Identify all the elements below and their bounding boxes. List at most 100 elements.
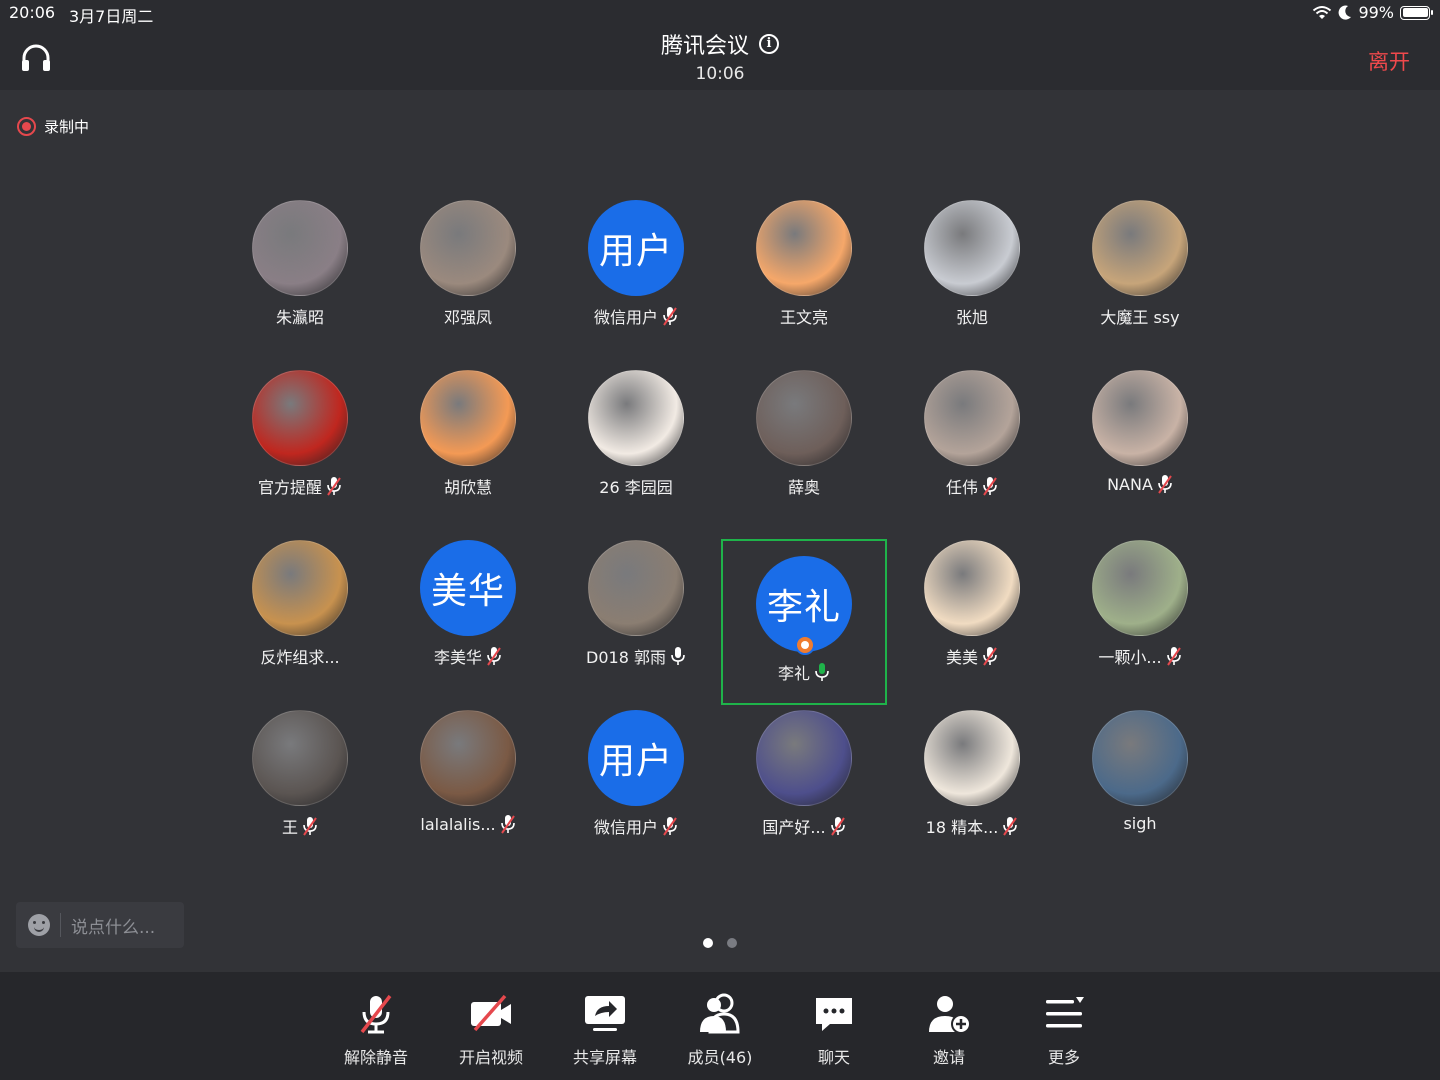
avatar: 用户 <box>588 200 684 296</box>
page-dot-2[interactable] <box>727 938 737 948</box>
avatar-initials: 用户 <box>598 231 673 272</box>
avatar <box>420 370 516 466</box>
participant-name-row: 反炸组求... <box>260 644 339 668</box>
participant-tile[interactable]: 任伟 <box>888 370 1056 540</box>
meeting-title[interactable]: 腾讯会议 i <box>661 28 779 60</box>
avatar-initials: 用户 <box>598 741 673 782</box>
participant-tile[interactable]: 邓强凤 <box>384 200 552 370</box>
info-icon[interactable]: i <box>759 34 779 54</box>
unmute-label: 解除静音 <box>343 1048 408 1067</box>
meeting-duration: 10:06 <box>695 64 745 84</box>
participant-name-row: 18 精本... <box>926 814 1019 838</box>
status-time: 20:06 <box>9 3 56 22</box>
participant-tile[interactable]: 18 精本... <box>888 710 1056 880</box>
chat-button[interactable]: 聊天 <box>784 990 884 1068</box>
participant-tile[interactable]: 薛奥 <box>720 370 888 540</box>
unmute-button[interactable]: 解除静音 <box>326 990 426 1068</box>
participant-name: D018 郭雨 <box>586 648 666 667</box>
participant-name: 国产好... <box>762 818 826 837</box>
mic-muted-icon <box>663 307 677 326</box>
page-indicator[interactable] <box>703 938 737 948</box>
participant-name-row: 邓强凤 <box>444 304 492 328</box>
participant-name: 朱瀛昭 <box>275 308 324 327</box>
participant-tile[interactable]: 用户 微信用户 <box>552 710 720 880</box>
avatar <box>420 710 516 806</box>
status-date: 3月7日周二 <box>69 7 154 26</box>
participant-tile[interactable]: 胡欣慧 <box>384 370 552 540</box>
participant-tile[interactable]: 美美 <box>888 540 1056 710</box>
participant-tile[interactable]: 官方提醒 <box>216 370 384 540</box>
participant-tile[interactable]: lalalalis... <box>384 710 552 880</box>
participant-name-row: 一颗小... <box>1098 644 1181 668</box>
share-screen-icon <box>585 996 625 1031</box>
avatar-initials: 美华 <box>430 571 505 612</box>
share-screen-button[interactable]: 共享屏幕 <box>555 990 655 1068</box>
participant-tile[interactable]: 王 <box>216 710 384 880</box>
avatar <box>252 370 348 466</box>
chat-placeholder: 说点什么... <box>71 917 156 938</box>
add-user-icon <box>929 996 971 1034</box>
participant-tile[interactable]: NANA <box>1056 370 1224 540</box>
participant-name-row: 王 <box>282 814 318 838</box>
mic-muted-icon <box>1166 647 1181 666</box>
participant-name-row: 26 李园园 <box>599 474 672 498</box>
recording-indicator: 录制中 <box>17 116 89 137</box>
page-dot-1[interactable] <box>703 938 713 948</box>
avatar: 美华 <box>420 540 516 636</box>
avatar <box>924 200 1020 296</box>
mic-muted-icon <box>303 817 317 836</box>
participant-name: 胡欣慧 <box>443 478 492 497</box>
mic-muted-icon <box>487 647 501 666</box>
avatar <box>756 370 852 466</box>
participant-name-row: 大魔王 ssy <box>1100 304 1179 328</box>
more-button[interactable]: 更多 <box>1014 990 1114 1068</box>
participant-tile[interactable]: 国产好... <box>720 710 888 880</box>
record-icon <box>17 117 36 136</box>
participant-tile[interactable]: 朱瀛昭 <box>216 200 384 370</box>
participant-name-row: 薛奥 <box>788 474 820 498</box>
avatar <box>252 710 348 806</box>
participant-name-row: 国产好... <box>762 814 845 838</box>
participant-tile[interactable]: 一颗小... <box>1056 540 1224 710</box>
participant-name: 微信用户 <box>593 308 658 327</box>
avatar <box>756 710 852 806</box>
participant-grid: 朱瀛昭 邓强凤 用户 微信用户 王文亮 张旭 大魔王 ssy 官方提醒 胡欣慧 26 李园园 薛奥任… <box>216 200 1224 880</box>
avatar <box>1092 370 1188 466</box>
participant-tile[interactable]: 26 李园园 <box>552 370 720 540</box>
avatar <box>588 540 684 636</box>
avatar <box>588 370 684 466</box>
meeting-title-text: 腾讯会议 <box>660 34 749 59</box>
participant-tile[interactable]: 王文亮 <box>720 200 888 370</box>
members-button[interactable]: 成员(46) <box>670 990 770 1068</box>
participant-tile[interactable]: 反炸组求... <box>216 540 384 710</box>
participant-tile[interactable]: 美华 李美华 <box>384 540 552 710</box>
more-menu-icon <box>1046 997 1084 1028</box>
participant-tile[interactable]: 李礼 李礼 <box>721 539 887 705</box>
participant-name-row: D018 郭雨 <box>586 644 686 668</box>
mic-muted-icon <box>663 817 677 836</box>
invite-button[interactable]: 邀请 <box>899 990 999 1068</box>
chat-input[interactable]: 说点什么... <box>16 902 184 948</box>
participant-tile[interactable]: 大魔王 ssy <box>1056 200 1224 370</box>
more-label: 更多 <box>1047 1048 1080 1067</box>
meeting-toolbar: 解除静音 开启视频 共享屏幕 成员(46) 聊天 邀请 更多 <box>0 972 1440 1080</box>
participant-name: 李礼 <box>777 664 810 683</box>
participant-tile[interactable]: D018 郭雨 <box>552 540 720 710</box>
participant-name-row: 胡欣慧 <box>444 474 492 498</box>
avatar <box>1092 710 1188 806</box>
participant-tile[interactable]: 用户微信用户 <box>552 200 720 370</box>
participant-tile[interactable]: sigh <box>1056 710 1224 880</box>
participant-name: 张旭 <box>955 308 988 327</box>
mic-muted-icon <box>983 647 997 666</box>
participant-name: 任伟 <box>945 478 978 497</box>
leave-button[interactable]: 离开 <box>1368 46 1410 76</box>
avatar <box>924 540 1020 636</box>
mic-muted-icon <box>983 477 997 496</box>
members-icon <box>700 993 740 1034</box>
participant-name-row: sigh <box>1123 814 1156 833</box>
avatar <box>756 200 852 296</box>
emoji-icon[interactable] <box>28 914 50 936</box>
chat-separator <box>60 913 61 937</box>
participant-tile[interactable]: 张旭 <box>888 200 1056 370</box>
start-video-button[interactable]: 开启视频 <box>441 990 541 1068</box>
